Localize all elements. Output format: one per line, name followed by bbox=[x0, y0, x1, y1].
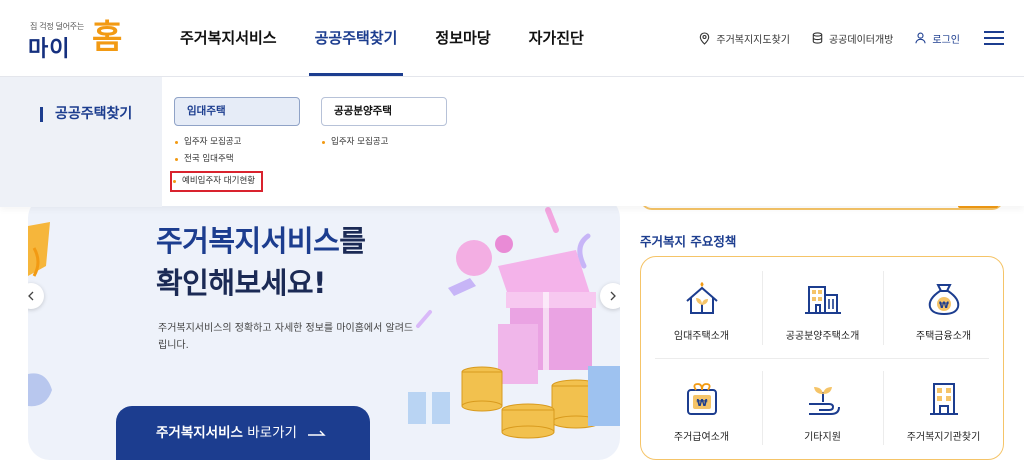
logo-name: 마이 bbox=[28, 37, 71, 62]
open-data-link[interactable]: 공공데이터개방 bbox=[812, 31, 893, 46]
hero-description: 주거복지서비스의 정확하고 자세한 정보를 마이홈에서 알려드립니다. bbox=[158, 323, 414, 351]
house-sprout-icon bbox=[685, 282, 718, 314]
svg-text:₩: ₩ bbox=[696, 398, 707, 409]
hero-headline-3: 확인해보세요! bbox=[156, 266, 326, 300]
apartment-building-icon bbox=[804, 286, 841, 314]
nav-housing-welfare-service[interactable]: 주거복지서비스 bbox=[180, 0, 277, 76]
money-bag-icon: ₩ bbox=[928, 284, 959, 316]
site-header: 집 걱정 덜어주는 마이 홈 주거복지서비스 공공주택찾기 정보마당 자가진단 … bbox=[0, 0, 1024, 76]
policy-other-support[interactable]: 기타지원 bbox=[762, 358, 883, 459]
user-icon bbox=[915, 32, 926, 44]
hero-button-rest: 바로가기 bbox=[247, 425, 297, 441]
policy-housing-benefit[interactable]: ₩ 주거급여소개 bbox=[641, 358, 762, 459]
logo-name-accent: 홈 bbox=[92, 17, 123, 56]
menu-public-sale-submenu: 입주자 모집공고 bbox=[321, 134, 447, 151]
open-data-label: 공공데이터개방 bbox=[828, 34, 894, 46]
sprout-hand-icon bbox=[808, 387, 840, 415]
hero-banner: 주거복지서비스를 확인해보세요! 주거복지서비스의 정확하고 자세한 정보를 마… bbox=[28, 196, 620, 460]
office-building-icon bbox=[929, 383, 958, 415]
welfare-map-link[interactable]: 주거복지지도찾기 bbox=[699, 31, 790, 46]
mega-menu-title: 공공주택찾기 bbox=[40, 107, 132, 122]
menu-item-sale-recruitment[interactable]: 입주자 모집공고 bbox=[321, 134, 447, 151]
policy-label: 주거급여소개 bbox=[673, 432, 730, 443]
policy-rental-housing[interactable]: 임대주택소개 bbox=[641, 257, 762, 358]
hamburger-menu-icon[interactable] bbox=[984, 30, 1004, 46]
mega-menu-sidebar: 공공주택찾기 bbox=[0, 77, 162, 207]
database-icon bbox=[812, 32, 823, 44]
menu-rental-submenu: 입주자 모집공고 전국 임대주택 예비입주자 대기현황 bbox=[169, 134, 300, 192]
chevron-right-icon bbox=[610, 291, 616, 301]
svg-text:₩: ₩ bbox=[939, 301, 949, 311]
site-logo[interactable]: 집 걱정 덜어주는 마이 홈 bbox=[28, 17, 138, 62]
policy-section-title: 주거복지 주요정책 bbox=[640, 234, 737, 249]
hero-headline-suffix: 를 bbox=[339, 224, 366, 258]
menu-item-waitlist-status[interactable]: 예비입주자 대기현황 bbox=[169, 171, 264, 192]
hero-button-bold: 주거복지서비스 bbox=[156, 425, 243, 441]
won-gift-icon: ₩ bbox=[686, 383, 717, 415]
login-label: 로그인 bbox=[932, 34, 960, 46]
menu-rental-housing[interactable]: 임대주택 bbox=[174, 97, 300, 126]
location-pin-icon bbox=[700, 31, 710, 45]
policy-public-sale-housing[interactable]: 공공분양주택소개 bbox=[762, 257, 883, 358]
policy-label: 기타지원 bbox=[804, 432, 841, 443]
login-link[interactable]: 로그인 bbox=[915, 31, 960, 46]
hero-headline-accent: 주거복지서비스 bbox=[156, 224, 340, 258]
menu-column-rental: 임대주택 입주자 모집공고 전국 임대주택 예비입주자 대기현황 bbox=[169, 97, 300, 192]
utility-menu: 주거복지지도찾기 공공데이터개방 로그인 bbox=[677, 0, 1004, 76]
hero-headline-2: 주거복지서비스를 bbox=[156, 218, 366, 260]
policy-label: 임대주택소개 bbox=[673, 331, 730, 342]
policy-housing-finance[interactable]: ₩ 주택금융소개 bbox=[883, 257, 1004, 358]
policy-label: 주거복지기관찾기 bbox=[906, 432, 981, 443]
mega-menu-dropdown: 공공주택찾기 임대주택 입주자 모집공고 전국 임대주택 예비입주자 대기현황 … bbox=[0, 76, 1024, 207]
chevron-left-icon bbox=[28, 291, 34, 301]
hero-shortcut-button[interactable]: 주거복지서비스 바로가기 bbox=[116, 406, 370, 460]
policy-label: 공공분양주택소개 bbox=[785, 331, 860, 342]
policy-label: 주택금융소개 bbox=[915, 331, 972, 342]
menu-item-rental-recruitment[interactable]: 입주자 모집공고 bbox=[174, 134, 300, 151]
welfare-map-label: 주거복지지도찾기 bbox=[716, 34, 790, 46]
policy-find-welfare-agency[interactable]: 주거복지기관찾기 bbox=[883, 358, 1004, 459]
menu-item-national-rental[interactable]: 전국 임대주택 bbox=[174, 151, 300, 168]
nav-self-diagnosis[interactable]: 자가진단 bbox=[529, 0, 584, 76]
arrow-right-icon bbox=[308, 430, 326, 436]
menu-column-public-sale: 공공분양주택 입주자 모집공고 bbox=[321, 97, 447, 151]
nav-public-housing-search[interactable]: 공공주택찾기 bbox=[308, 0, 404, 76]
policy-grid: 임대주택소개 공공분양주택소개 ₩ 주택금융소개 ₩ 주거급여소개 기타지원 주… bbox=[640, 256, 1004, 460]
hero-next-button[interactable] bbox=[600, 283, 620, 309]
menu-public-sale-housing[interactable]: 공공분양주택 bbox=[321, 97, 447, 126]
nav-information[interactable]: 정보마당 bbox=[435, 0, 490, 76]
main-navigation: 주거복지서비스 공공주택찾기 정보마당 자가진단 bbox=[180, 0, 622, 76]
